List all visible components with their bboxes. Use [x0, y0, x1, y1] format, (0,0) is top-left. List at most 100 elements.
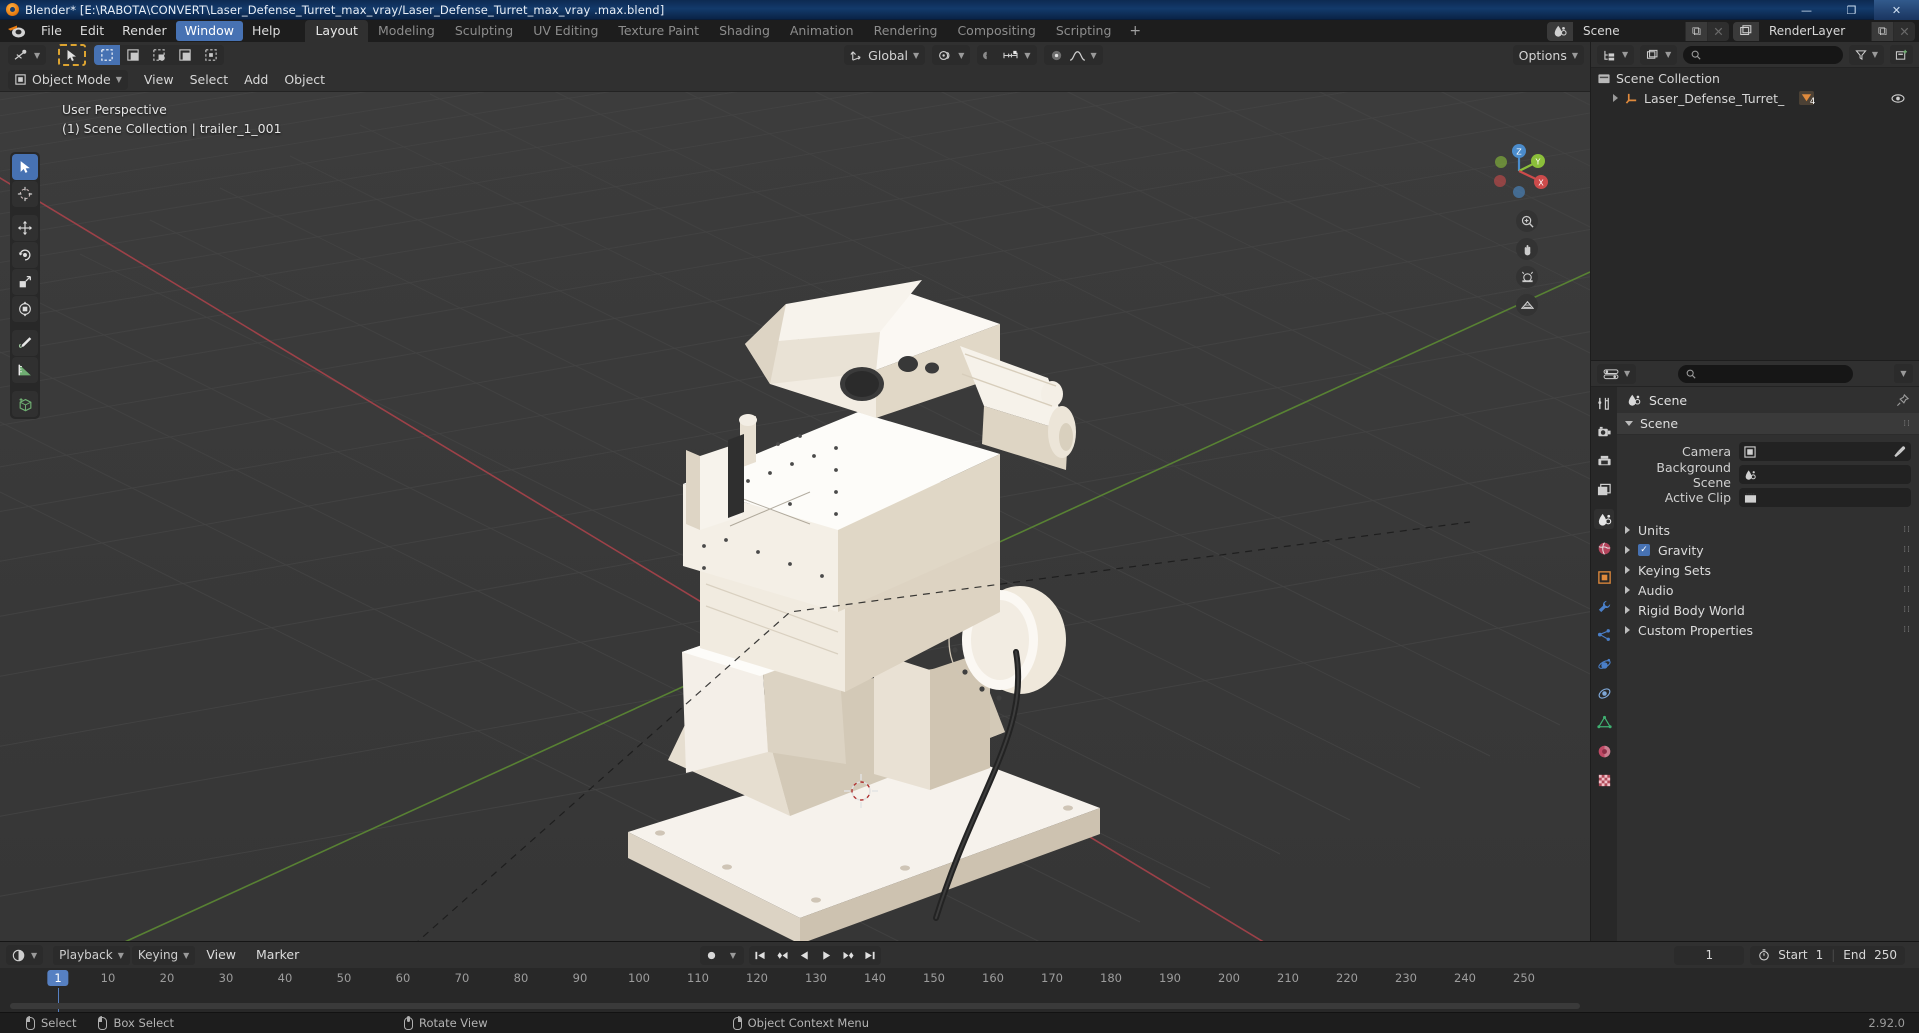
- object-mode-selector[interactable]: Object Mode ▼: [8, 69, 128, 90]
- active-tool-indicator[interactable]: [58, 44, 87, 66]
- zoom-icon[interactable]: [1516, 210, 1538, 232]
- menu-edit[interactable]: Edit: [71, 21, 113, 41]
- pivot-point-selector[interactable]: ▼: [932, 45, 971, 65]
- play-reverse-button[interactable]: [793, 946, 815, 965]
- timeline-playhead[interactable]: 1: [47, 970, 69, 986]
- tweak-tool[interactable]: [12, 154, 38, 180]
- workspace-tab-layout[interactable]: Layout: [305, 20, 368, 42]
- subpanel-audio[interactable]: Audio ⁞⁞: [1617, 580, 1919, 600]
- workspace-tab-texture-paint[interactable]: Texture Paint: [608, 20, 709, 42]
- add-cube-tool[interactable]: [12, 391, 38, 417]
- auto-keying-options-button[interactable]: ▼: [722, 946, 744, 965]
- subpanel-units[interactable]: Units ⁞⁞: [1617, 520, 1919, 540]
- modifier-tab[interactable]: [1594, 596, 1614, 616]
- viewlayer-selector[interactable]: RenderLayer ⧉ ✕: [1733, 21, 1915, 41]
- start-frame-value[interactable]: 1: [1816, 948, 1824, 962]
- proportional-editing-controls[interactable]: ▼: [1043, 45, 1103, 65]
- navigation-gizmo[interactable]: Z Y X: [1488, 140, 1550, 202]
- workspace-tab-sculpting[interactable]: Sculpting: [445, 20, 523, 42]
- minimize-button[interactable]: —: [1784, 0, 1829, 20]
- scene-name[interactable]: Scene: [1573, 21, 1685, 41]
- subpanel-rigid-body-world[interactable]: Rigid Body World ⁞⁞: [1617, 600, 1919, 620]
- viewport-menu-select[interactable]: Select: [182, 70, 237, 89]
- outliner-row[interactable]: Scene Collection: [1591, 68, 1919, 88]
- select-mode-intersect-icon[interactable]: [198, 45, 225, 65]
- move-tool[interactable]: [12, 215, 38, 241]
- viewport-menu-add[interactable]: Add: [236, 70, 276, 89]
- subpanel-gravity[interactable]: ✓ Gravity ⁞⁞: [1617, 540, 1919, 560]
- end-frame-value[interactable]: 250: [1874, 948, 1897, 962]
- scale-tool[interactable]: [12, 269, 38, 295]
- new-collection-button[interactable]: [1890, 45, 1913, 64]
- snapping-controls[interactable]: ▼: [977, 45, 1037, 65]
- gravity-checkbox[interactable]: ✓: [1638, 544, 1650, 556]
- record-icon[interactable]: [700, 946, 722, 965]
- new-viewlayer-button[interactable]: ⧉: [1871, 21, 1893, 41]
- outliner-display-mode[interactable]: ▼: [1640, 44, 1678, 65]
- properties-options-button[interactable]: ▼: [1894, 364, 1913, 383]
- workspace-tab-scripting[interactable]: Scripting: [1046, 20, 1122, 42]
- prev-keyframe-button[interactable]: [771, 946, 793, 965]
- close-button[interactable]: ✕: [1874, 0, 1919, 20]
- measure-tool[interactable]: [12, 357, 38, 383]
- scene-panel-header[interactable]: Scene ⁞⁞: [1617, 413, 1919, 435]
- outliner-editor-type[interactable]: ▼: [1597, 44, 1635, 65]
- object-tab[interactable]: [1594, 567, 1614, 587]
- timeline-editor-type[interactable]: ▼: [6, 945, 44, 965]
- annotate-tool[interactable]: [12, 330, 38, 356]
- timeline-menu-marker[interactable]: Marker: [247, 945, 308, 965]
- render-tab[interactable]: [1594, 422, 1614, 442]
- maximize-button[interactable]: ❐: [1829, 0, 1874, 20]
- constraint-tab[interactable]: [1594, 683, 1614, 703]
- camera-icon[interactable]: [1516, 266, 1538, 288]
- eyedropper-icon[interactable]: [1893, 445, 1906, 458]
- options-dropdown[interactable]: Options ▼: [1512, 45, 1584, 65]
- timeline-scrollbar[interactable]: [10, 1003, 1580, 1009]
- rotate-tool[interactable]: [12, 242, 38, 268]
- timeline-menu-playback[interactable]: Playback ▼: [53, 945, 130, 965]
- select-mode-invert-icon[interactable]: [172, 45, 199, 65]
- remove-viewlayer-button[interactable]: ✕: [1893, 21, 1915, 41]
- jump-to-start-button[interactable]: [749, 946, 771, 965]
- workspace-tab-modeling[interactable]: Modeling: [368, 20, 445, 42]
- transform-tool[interactable]: [12, 296, 38, 322]
- outliner-filter-button[interactable]: ▼: [1848, 44, 1884, 65]
- output-tab[interactable]: [1594, 451, 1614, 471]
- subpanel-keying-sets[interactable]: Keying Sets ⁞⁞: [1617, 560, 1919, 580]
- play-button[interactable]: [815, 946, 837, 965]
- data-tab[interactable]: [1594, 712, 1614, 732]
- unlink-scene-button[interactable]: ✕: [1707, 21, 1729, 41]
- material-tab[interactable]: [1594, 741, 1614, 761]
- timeline-menu-keying[interactable]: Keying ▼: [131, 945, 196, 965]
- workspace-tab-rendering[interactable]: Rendering: [864, 20, 948, 42]
- viewport-menu-view[interactable]: View: [136, 70, 182, 89]
- viewlayer-name[interactable]: RenderLayer: [1759, 21, 1871, 41]
- workspace-tab-compositing[interactable]: Compositing: [947, 20, 1045, 42]
- timeline-menu-view[interactable]: View: [197, 945, 245, 965]
- add-workspace-button[interactable]: +: [1121, 21, 1149, 41]
- editor-type-selector[interactable]: ▼: [8, 45, 47, 65]
- properties-search-input[interactable]: [1677, 364, 1853, 383]
- pin-icon[interactable]: [1896, 393, 1909, 407]
- outliner-row[interactable]: Laser_Defense_Turret_ 4: [1591, 88, 1919, 108]
- cursor-tool[interactable]: [12, 181, 38, 207]
- properties-editor-type[interactable]: ▼: [1597, 363, 1637, 384]
- viewport-3d-canvas[interactable]: User Perspective (1) Scene Collection | …: [0, 92, 1590, 941]
- timeline-ruler[interactable]: 10 20 30 40 50 60 70 80 90 100 110 120 130 140 150 160 1…: [0, 968, 1919, 1014]
- blender-logo-icon[interactable]: [6, 23, 28, 39]
- menu-render[interactable]: Render: [113, 21, 176, 41]
- select-mode-extend-icon[interactable]: [120, 45, 147, 65]
- transform-orientation-selector[interactable]: Global ▼: [844, 45, 926, 65]
- physics-tab[interactable]: [1594, 654, 1614, 674]
- property-field-camera[interactable]: [1739, 442, 1911, 461]
- menu-help[interactable]: Help: [243, 21, 290, 41]
- next-keyframe-button[interactable]: [837, 946, 859, 965]
- menu-window[interactable]: Window: [175, 21, 243, 41]
- new-scene-button[interactable]: ⧉: [1685, 21, 1707, 41]
- workspace-tab-uv-editing[interactable]: UV Editing: [523, 20, 608, 42]
- scene-tab[interactable]: [1594, 509, 1614, 529]
- hand-icon[interactable]: [1516, 238, 1538, 260]
- view-layer-tab[interactable]: [1594, 480, 1614, 500]
- workspace-tab-shading[interactable]: Shading: [709, 20, 780, 42]
- world-tab[interactable]: [1594, 538, 1614, 558]
